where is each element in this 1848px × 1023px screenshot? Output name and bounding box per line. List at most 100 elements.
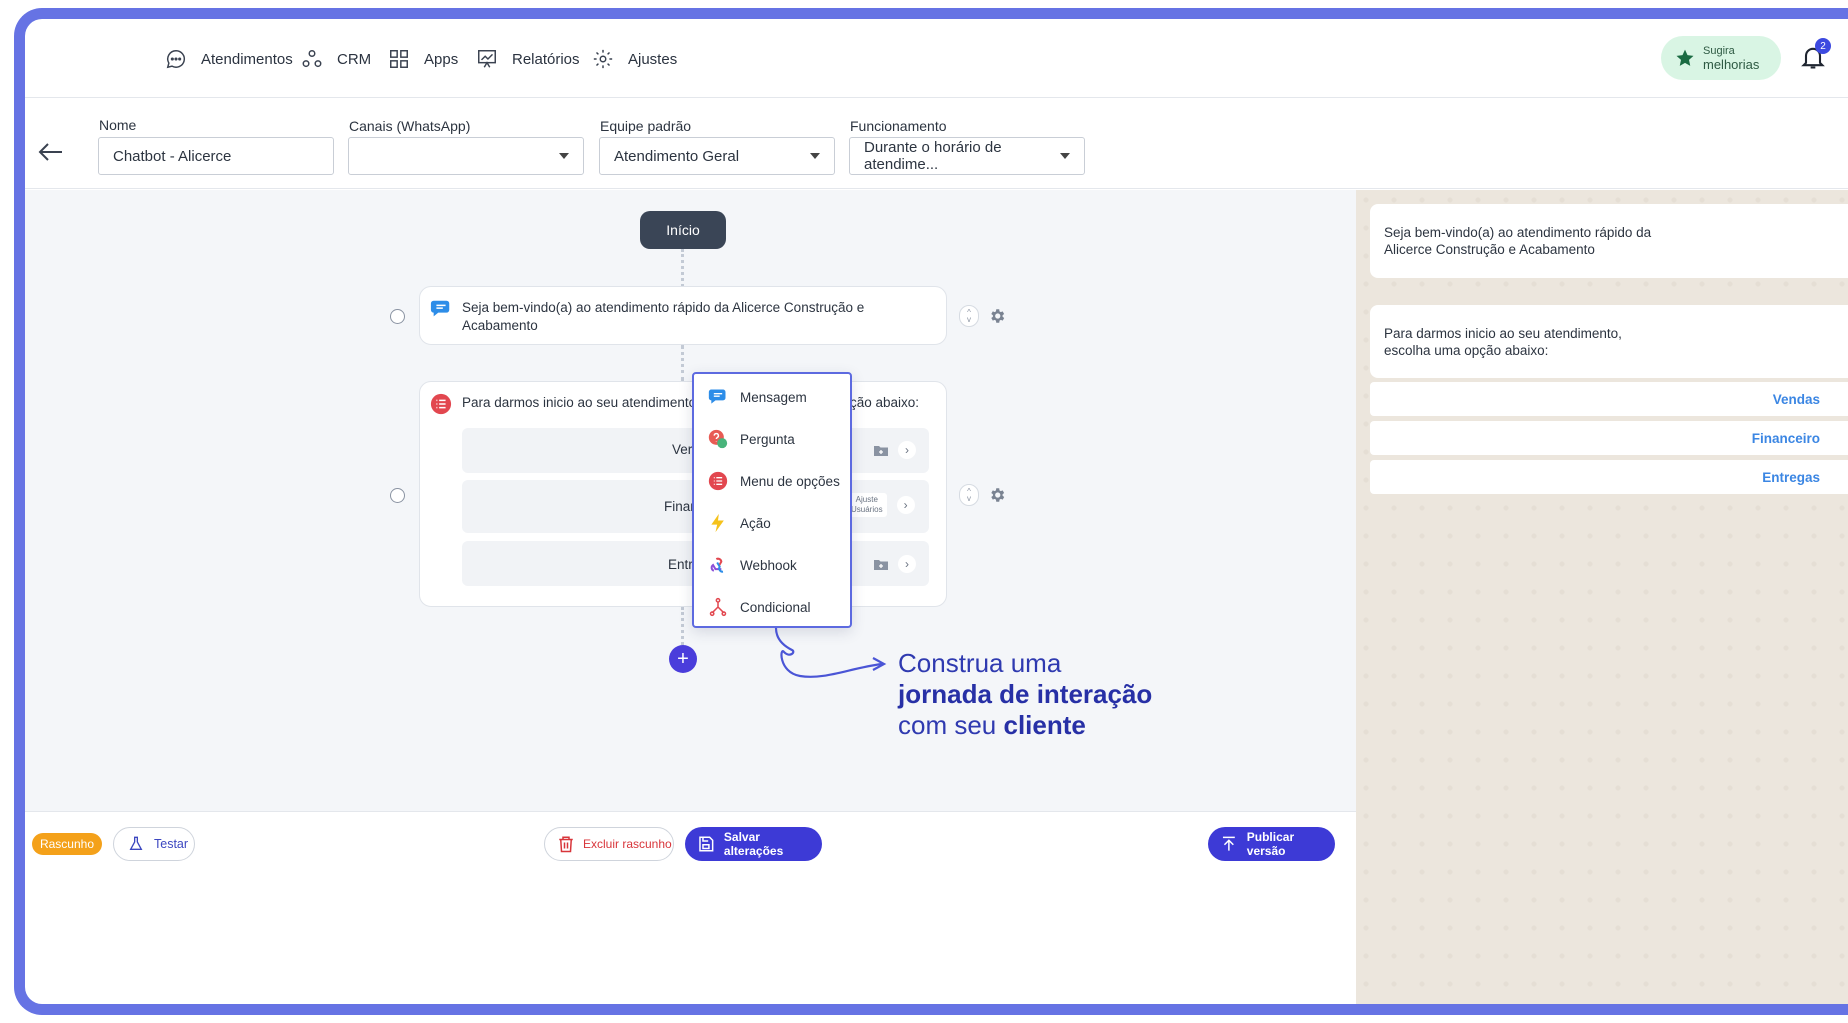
nav-label: Atendimentos bbox=[201, 50, 293, 68]
message-icon bbox=[708, 389, 726, 404]
options-list-icon bbox=[430, 393, 452, 415]
chat-preview-panel: Seja bem-vindo(a) ao atendimento rápido … bbox=[1356, 190, 1848, 1004]
message-node[interactable]: Seja bem-vindo(a) ao atendimento rápido … bbox=[419, 286, 947, 345]
reorder-handle[interactable]: ^ v bbox=[959, 484, 979, 506]
menu-item-mensagem[interactable]: Mensagem bbox=[694, 376, 850, 418]
preview-option-button[interactable]: Vendas bbox=[1370, 382, 1848, 416]
bottom-action-bar: Rascunho Testar Excluir rascunho Salvar … bbox=[25, 811, 1356, 1004]
conditional-icon bbox=[709, 597, 727, 617]
flow-canvas[interactable]: Início Seja bem-vindo(a) ao atendimento … bbox=[25, 190, 1356, 811]
node-select-radio[interactable] bbox=[390, 309, 405, 324]
add-step-menu: Mensagem Pergunta Menu de opções Ação We… bbox=[692, 372, 852, 628]
back-arrow-icon[interactable] bbox=[37, 141, 63, 163]
reorder-handle[interactable]: ^ v bbox=[959, 305, 979, 327]
screen: Atendimentos CRM Apps Relatórios Ajustes bbox=[0, 0, 1848, 1023]
menu-item-label: Condicional bbox=[740, 599, 811, 615]
option-label: Entr bbox=[668, 557, 693, 572]
notification-count-badge: 2 bbox=[1815, 38, 1831, 54]
team-value: Atendimento Geral bbox=[614, 147, 740, 165]
name-input[interactable]: Chatbot - Alicerce bbox=[98, 137, 334, 175]
team-label: Equipe padrão bbox=[600, 118, 692, 134]
preview-option-button[interactable]: Entregas bbox=[1370, 460, 1848, 494]
chevron-down-icon bbox=[1060, 153, 1070, 159]
folder-add-icon[interactable] bbox=[874, 558, 888, 570]
nav-relatorios[interactable]: Relatórios bbox=[476, 44, 580, 74]
channels-label: Canais (WhatsApp) bbox=[349, 118, 471, 134]
options-text-left: Para darmos inicio ao seu atendimento bbox=[462, 395, 697, 410]
chevron-right-icon[interactable]: › bbox=[896, 496, 915, 514]
option-label: Ver bbox=[672, 442, 693, 457]
reports-chart-icon bbox=[478, 50, 496, 68]
publish-version-button[interactable]: Publicar versão bbox=[1208, 827, 1335, 861]
promo-line3: com seu cliente bbox=[898, 710, 1152, 741]
test-button[interactable]: Testar bbox=[113, 827, 195, 861]
chevron-right-icon[interactable]: › bbox=[898, 441, 916, 459]
promo-line1: Construa uma bbox=[898, 648, 1062, 678]
chat-bubble-icon bbox=[166, 50, 186, 69]
nav-label: Ajustes bbox=[628, 50, 678, 68]
apps-grid-icon bbox=[390, 50, 408, 68]
team-select[interactable]: Atendimento Geral bbox=[599, 137, 835, 175]
suggest-line2: melhorias bbox=[1703, 57, 1760, 72]
save-changes-button[interactable]: Salvar alterações bbox=[685, 827, 822, 861]
menu-item-label: Pergunta bbox=[740, 431, 795, 447]
chevron-down-icon bbox=[810, 153, 820, 159]
add-step-button[interactable]: + bbox=[669, 645, 697, 673]
preview-options-bubble: Para darmos inicio ao seu atendimento, e… bbox=[1370, 305, 1848, 378]
name-label: Nome bbox=[99, 117, 137, 133]
nav-crm[interactable]: CRM bbox=[301, 44, 371, 74]
start-node[interactable]: Início bbox=[640, 211, 726, 249]
publish-label: Publicar versão bbox=[1246, 830, 1295, 858]
nav-ajustes[interactable]: Ajustes bbox=[592, 44, 677, 74]
menu-item-label: Ação bbox=[740, 515, 771, 531]
promo-line2: jornada de interação bbox=[898, 679, 1152, 710]
gear-icon[interactable] bbox=[988, 486, 1006, 504]
app-window: Atendimentos CRM Apps Relatórios Ajustes bbox=[25, 19, 1848, 1004]
message-text-line1: Seja bem-vindo(a) ao atendimento rápido … bbox=[462, 300, 865, 315]
upload-icon bbox=[1222, 836, 1235, 851]
option-tag: Ajuste Usuários bbox=[847, 493, 887, 517]
promo-line2-bold: jornada de interação bbox=[898, 679, 1153, 709]
promo-line3-plain: com seu bbox=[898, 710, 1004, 740]
crm-nodes-icon bbox=[302, 50, 322, 68]
promo-text: Construa uma jornada de interação com se… bbox=[898, 648, 1152, 741]
bot-settings-form: Nome Chatbot - Alicerce Canais (WhatsApp… bbox=[25, 99, 1848, 189]
preview-text-line2: escolha uma opção abaixo: bbox=[1384, 343, 1549, 358]
preview-option-button[interactable]: Financeiro bbox=[1370, 421, 1848, 455]
menu-item-webhook[interactable]: Webhook bbox=[694, 544, 850, 586]
preview-text-line2: Alicerce Construção e Acabamento bbox=[1384, 242, 1595, 257]
suggest-improvements-button[interactable]: Sugira melhorias bbox=[1661, 36, 1781, 80]
flask-icon bbox=[129, 836, 143, 850]
save-icon bbox=[699, 836, 714, 852]
menu-item-label: Mensagem bbox=[740, 389, 807, 405]
option-tag-line1: Ajuste bbox=[855, 495, 878, 504]
preview-message-bubble: Seja bem-vindo(a) ao atendimento rápido … bbox=[1370, 204, 1848, 278]
channels-select[interactable] bbox=[348, 137, 584, 175]
nav-atendimentos[interactable]: Atendimentos bbox=[165, 44, 293, 74]
nav-label: CRM bbox=[337, 50, 372, 68]
menu-item-label: Webhook bbox=[740, 557, 797, 573]
schedule-select[interactable]: Durante o horário de atendime... bbox=[849, 137, 1085, 175]
delete-draft-button[interactable]: Excluir rascunho bbox=[544, 827, 674, 861]
nav-label: Apps bbox=[424, 50, 459, 68]
menu-item-pergunta[interactable]: Pergunta bbox=[694, 418, 850, 460]
connector-line bbox=[681, 607, 684, 645]
chevron-right-icon[interactable]: › bbox=[898, 555, 916, 573]
option-actions: Ajuste Usuários › bbox=[847, 493, 915, 517]
chevron-down-icon bbox=[559, 153, 569, 159]
menu-item-condicional[interactable]: Condicional bbox=[694, 586, 850, 628]
webhook-icon bbox=[710, 557, 724, 573]
menu-item-acao[interactable]: Ação bbox=[694, 502, 850, 544]
node-select-radio[interactable] bbox=[390, 488, 405, 503]
message-text-line2: Acabamento bbox=[462, 318, 538, 333]
option-actions: › bbox=[874, 555, 916, 573]
nav-apps[interactable]: Apps bbox=[388, 44, 458, 74]
menu-item-menu-opcoes[interactable]: Menu de opções bbox=[694, 460, 850, 502]
options-text-right: ção abaixo: bbox=[850, 395, 920, 410]
gear-icon[interactable] bbox=[988, 307, 1006, 325]
save-label: Salvar alterações bbox=[723, 830, 784, 858]
option-actions: › bbox=[874, 441, 916, 459]
name-value: Chatbot - Alicerce bbox=[113, 147, 232, 165]
test-label: Testar bbox=[154, 837, 189, 851]
folder-add-icon[interactable] bbox=[874, 444, 888, 456]
